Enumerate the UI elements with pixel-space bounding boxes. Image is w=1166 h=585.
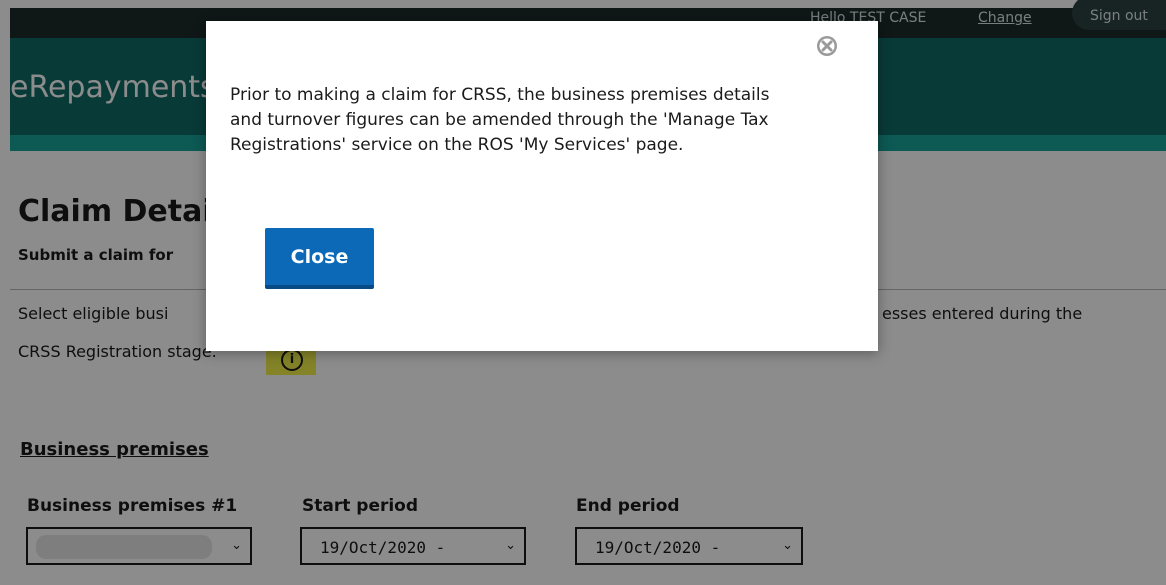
dialog-message-line: Prior to making a claim for CRSS, the bu… <box>230 85 770 105</box>
close-button[interactable]: Close <box>265 228 374 289</box>
dialog-message-line: Registrations' service on the ROS 'My Se… <box>230 135 684 155</box>
close-icon[interactable] <box>816 35 838 57</box>
info-dialog: Prior to making a claim for CRSS, the bu… <box>206 21 878 351</box>
dialog-message: Prior to making a claim for CRSS, the bu… <box>230 83 860 158</box>
dialog-message-line: and turnover figures can be amended thro… <box>230 110 769 130</box>
